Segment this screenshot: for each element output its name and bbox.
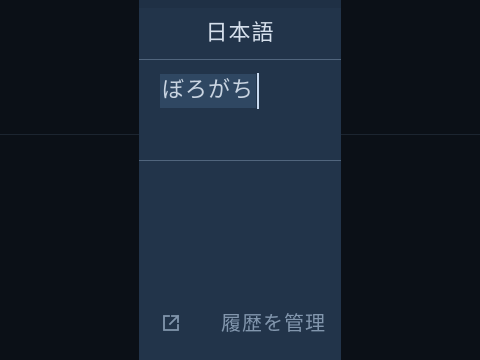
manage-history-row[interactable]: 履歴を管理 [139,303,341,343]
external-link-icon[interactable] [161,313,181,333]
composition[interactable]: ぼろがち [160,72,260,110]
manage-history-button[interactable]: 履歴を管理 [221,303,326,343]
ime-panel: 日本語 ぼろがち 履歴を管理 [139,0,341,360]
composition-text[interactable]: ぼろがち [160,74,257,108]
divider-middle [139,160,341,161]
panel-top-strip [139,0,341,8]
language-title[interactable]: 日本語 [139,16,341,52]
screen: 日本語 ぼろがち 履歴を管理 [0,0,480,360]
text-caret [257,73,260,109]
